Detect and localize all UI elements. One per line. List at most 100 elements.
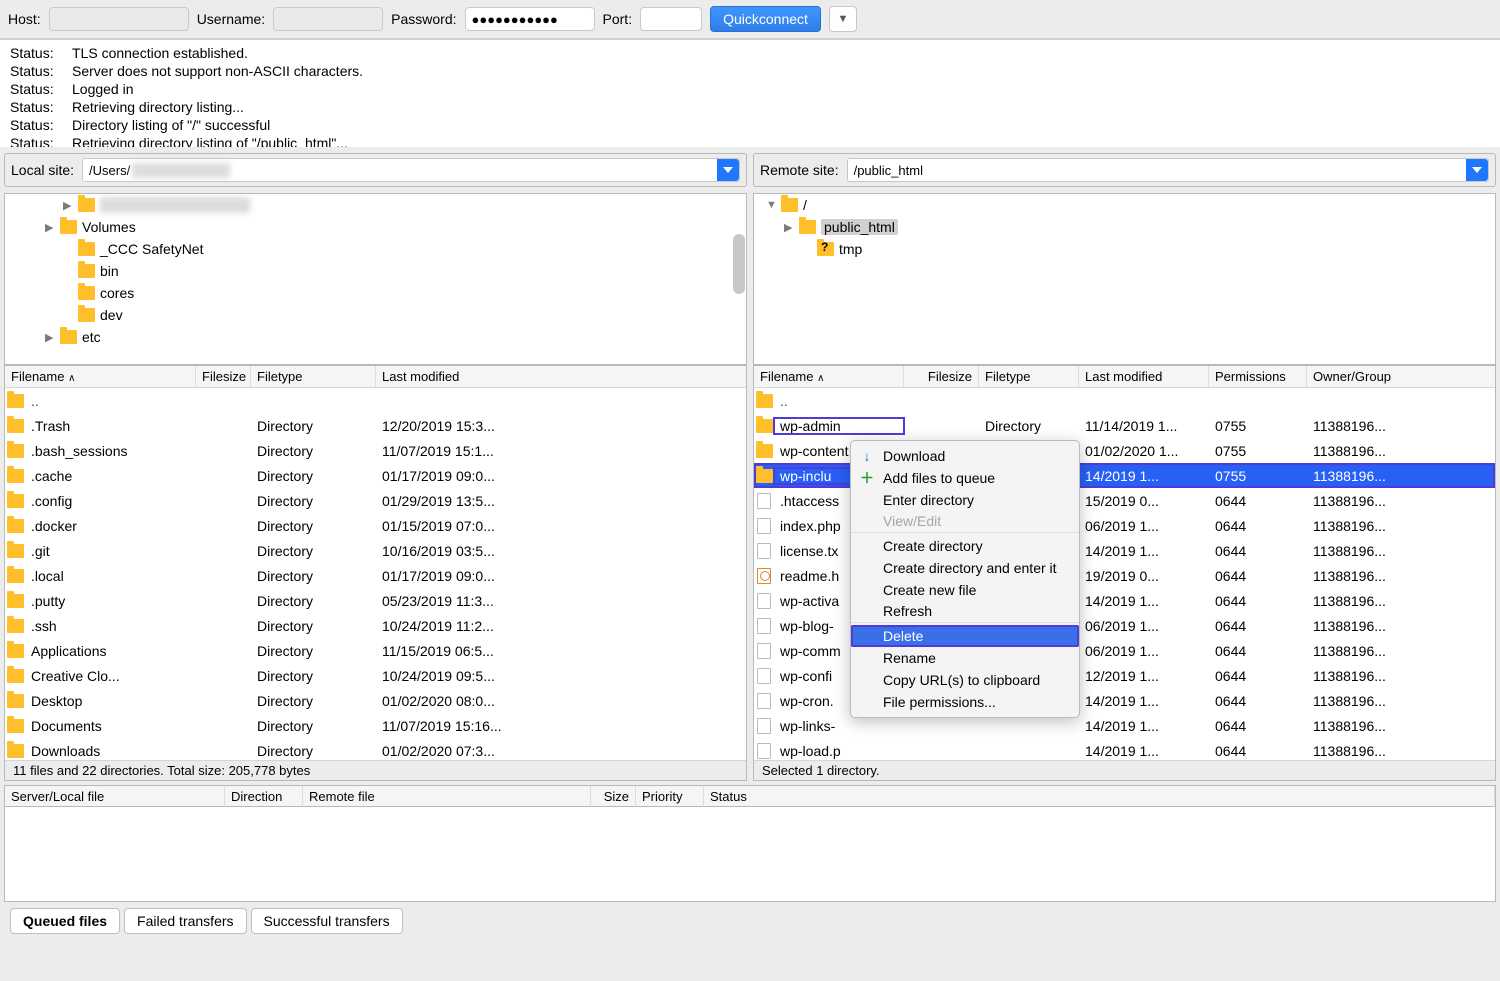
cell-last-modified: 01/02/2020 1...	[1079, 443, 1209, 459]
menu-item[interactable]: ＋Add files to queue	[851, 467, 1079, 489]
list-item[interactable]: .bash_sessionsDirectory11/07/2019 15:1..…	[5, 438, 746, 463]
remote-list-header[interactable]: Filename ∧ Filesize Filetype Last modifi…	[754, 366, 1495, 388]
tree-item[interactable]: cores	[5, 282, 746, 304]
quickconnect-history-button[interactable]: ▼	[829, 6, 857, 32]
host-input[interactable]	[49, 7, 189, 31]
tree-item[interactable]: ▼/	[754, 194, 1495, 216]
password-input[interactable]	[465, 7, 595, 31]
username-input[interactable]	[273, 7, 383, 31]
menu-item[interactable]: ↓Download	[851, 445, 1079, 467]
list-item[interactable]: .gitDirectory10/16/2019 03:5...	[5, 538, 746, 563]
cell-filetype: Directory	[251, 693, 376, 709]
log-message: Retrieving directory listing of "/public…	[72, 134, 348, 147]
file-icon	[757, 693, 771, 709]
menu-item[interactable]: Create directory	[851, 535, 1079, 557]
log-message: Server does not support non-ASCII charac…	[72, 62, 363, 80]
disclosure-triangle-icon[interactable]: ▶	[45, 331, 55, 344]
disclosure-triangle-icon[interactable]: ▼	[766, 199, 776, 211]
list-item[interactable]: wp-adminDirectory11/14/2019 1...07551138…	[754, 413, 1495, 438]
local-list-header[interactable]: Filename ∧ Filesize Filetype Last modifi…	[5, 366, 746, 388]
cell-filename: wp-load.p	[774, 743, 904, 759]
cell-permissions: 0644	[1209, 743, 1307, 759]
folder-icon	[5, 669, 25, 683]
local-site-dropdown-button[interactable]	[717, 159, 739, 181]
menu-item[interactable]: Rename	[851, 647, 1079, 669]
list-item[interactable]: .cacheDirectory01/17/2019 09:0...	[5, 463, 746, 488]
tree-item[interactable]: dev	[5, 304, 746, 326]
list-item[interactable]: DownloadsDirectory01/02/2020 07:3...	[5, 738, 746, 760]
local-directory-tree[interactable]: ▶xxxxxxxxxx▶Volumes_CCC SafetyNetbincore…	[4, 193, 747, 365]
cell-owner-group: 11388196...	[1307, 443, 1495, 459]
list-item[interactable]: DesktopDirectory01/02/2020 08:0...	[5, 688, 746, 713]
tab-queued-files[interactable]: Queued files	[10, 908, 120, 934]
file-icon	[757, 593, 771, 609]
cell-owner-group: 11388196...	[1307, 643, 1495, 659]
menu-item[interactable]: Copy URL(s) to clipboard	[851, 669, 1079, 691]
disclosure-triangle-icon[interactable]: ▶	[45, 221, 55, 234]
log-label: Status:	[10, 62, 72, 80]
disclosure-triangle-icon[interactable]: ▶	[784, 221, 794, 234]
folder-icon	[78, 198, 95, 212]
remote-directory-tree[interactable]: ▼/ ▶ public_htmltmp	[753, 193, 1496, 365]
cell-permissions: 0644	[1209, 643, 1307, 659]
file-icon	[757, 643, 771, 659]
folder-icon	[817, 242, 834, 256]
tree-item[interactable]: bin	[5, 260, 746, 282]
cell-owner-group: 11388196...	[1307, 493, 1495, 509]
local-file-list[interactable]: ...TrashDirectory12/20/2019 15:3....bash…	[5, 388, 746, 760]
tree-item[interactable]: _CCC SafetyNet	[5, 238, 746, 260]
tree-item[interactable]: tmp	[754, 238, 1495, 260]
disclosure-triangle-icon[interactable]: ▶	[63, 199, 73, 212]
remote-file-list[interactable]: ..wp-adminDirectory11/14/2019 1...075511…	[754, 388, 1495, 760]
list-item[interactable]: ..	[754, 388, 1495, 413]
cell-filetype: Directory	[251, 743, 376, 759]
menu-item-label: Copy URL(s) to clipboard	[883, 672, 1040, 688]
list-item[interactable]: .sshDirectory10/24/2019 11:2...	[5, 613, 746, 638]
remote-file-list-pane: Filename ∧ Filesize Filetype Last modifi…	[753, 365, 1496, 781]
cell-last-modified: 14/2019 1...	[1079, 468, 1209, 484]
scrollbar[interactable]	[733, 234, 745, 294]
list-item[interactable]: .TrashDirectory12/20/2019 15:3...	[5, 413, 746, 438]
menu-item[interactable]: Refresh	[851, 601, 1079, 623]
menu-item[interactable]: Create directory and enter it	[851, 557, 1079, 579]
remote-status-bar: Selected 1 directory.	[754, 760, 1495, 780]
list-item[interactable]: DocumentsDirectory11/07/2019 15:16...	[5, 713, 746, 738]
list-item[interactable]: ..	[5, 388, 746, 413]
queue-header[interactable]: Server/Local file Direction Remote file …	[4, 785, 1496, 807]
cell-permissions: 0644	[1209, 618, 1307, 634]
menu-item[interactable]: Enter directory	[851, 489, 1079, 511]
tab-successful-transfers[interactable]: Successful transfers	[251, 908, 403, 934]
cell-filename: .config	[25, 493, 196, 509]
menu-item-label: Create new file	[883, 582, 976, 598]
tree-item-label: public_html	[821, 219, 898, 235]
transfer-queue[interactable]	[4, 807, 1496, 902]
tree-item[interactable]: ▶ public_html	[754, 216, 1495, 238]
local-site-path-input[interactable]: /Users/ xxxxxxxxxxxxxxx	[82, 158, 740, 182]
tree-item[interactable]: ▶Volumes	[5, 216, 746, 238]
list-item[interactable]: ApplicationsDirectory11/15/2019 06:5...	[5, 638, 746, 663]
menu-item[interactable]: Delete	[851, 625, 1079, 647]
list-item[interactable]: wp-load.p14/2019 1...064411388196...	[754, 738, 1495, 760]
remote-site-path-input[interactable]: /public_html	[847, 158, 1489, 182]
list-item[interactable]: .dockerDirectory01/15/2019 07:0...	[5, 513, 746, 538]
folder-icon	[78, 264, 95, 278]
folder-icon	[5, 469, 25, 483]
list-item[interactable]: Creative Clo...Directory10/24/2019 09:5.…	[5, 663, 746, 688]
menu-item-label: Delete	[883, 628, 923, 644]
list-item[interactable]: .puttyDirectory05/23/2019 11:3...	[5, 588, 746, 613]
cell-owner-group: 11388196...	[1307, 693, 1495, 709]
log-label: Status:	[10, 98, 72, 116]
port-input[interactable]	[640, 7, 702, 31]
list-item[interactable]: .localDirectory01/17/2019 09:0...	[5, 563, 746, 588]
tree-item[interactable]: ▶xxxxxxxxxx	[5, 194, 746, 216]
cell-last-modified: 14/2019 1...	[1079, 543, 1209, 559]
file-icon	[757, 543, 771, 559]
menu-item[interactable]: File permissions...	[851, 691, 1079, 713]
menu-item[interactable]: Create new file	[851, 579, 1079, 601]
tree-item[interactable]: ▶etc	[5, 326, 746, 348]
tab-failed-transfers[interactable]: Failed transfers	[124, 908, 246, 934]
list-item[interactable]: .configDirectory01/29/2019 13:5...	[5, 488, 746, 513]
remote-site-dropdown-button[interactable]	[1466, 159, 1488, 181]
quickconnect-button[interactable]: Quickconnect	[710, 6, 821, 32]
col-filename: Filename ∧	[5, 366, 196, 387]
